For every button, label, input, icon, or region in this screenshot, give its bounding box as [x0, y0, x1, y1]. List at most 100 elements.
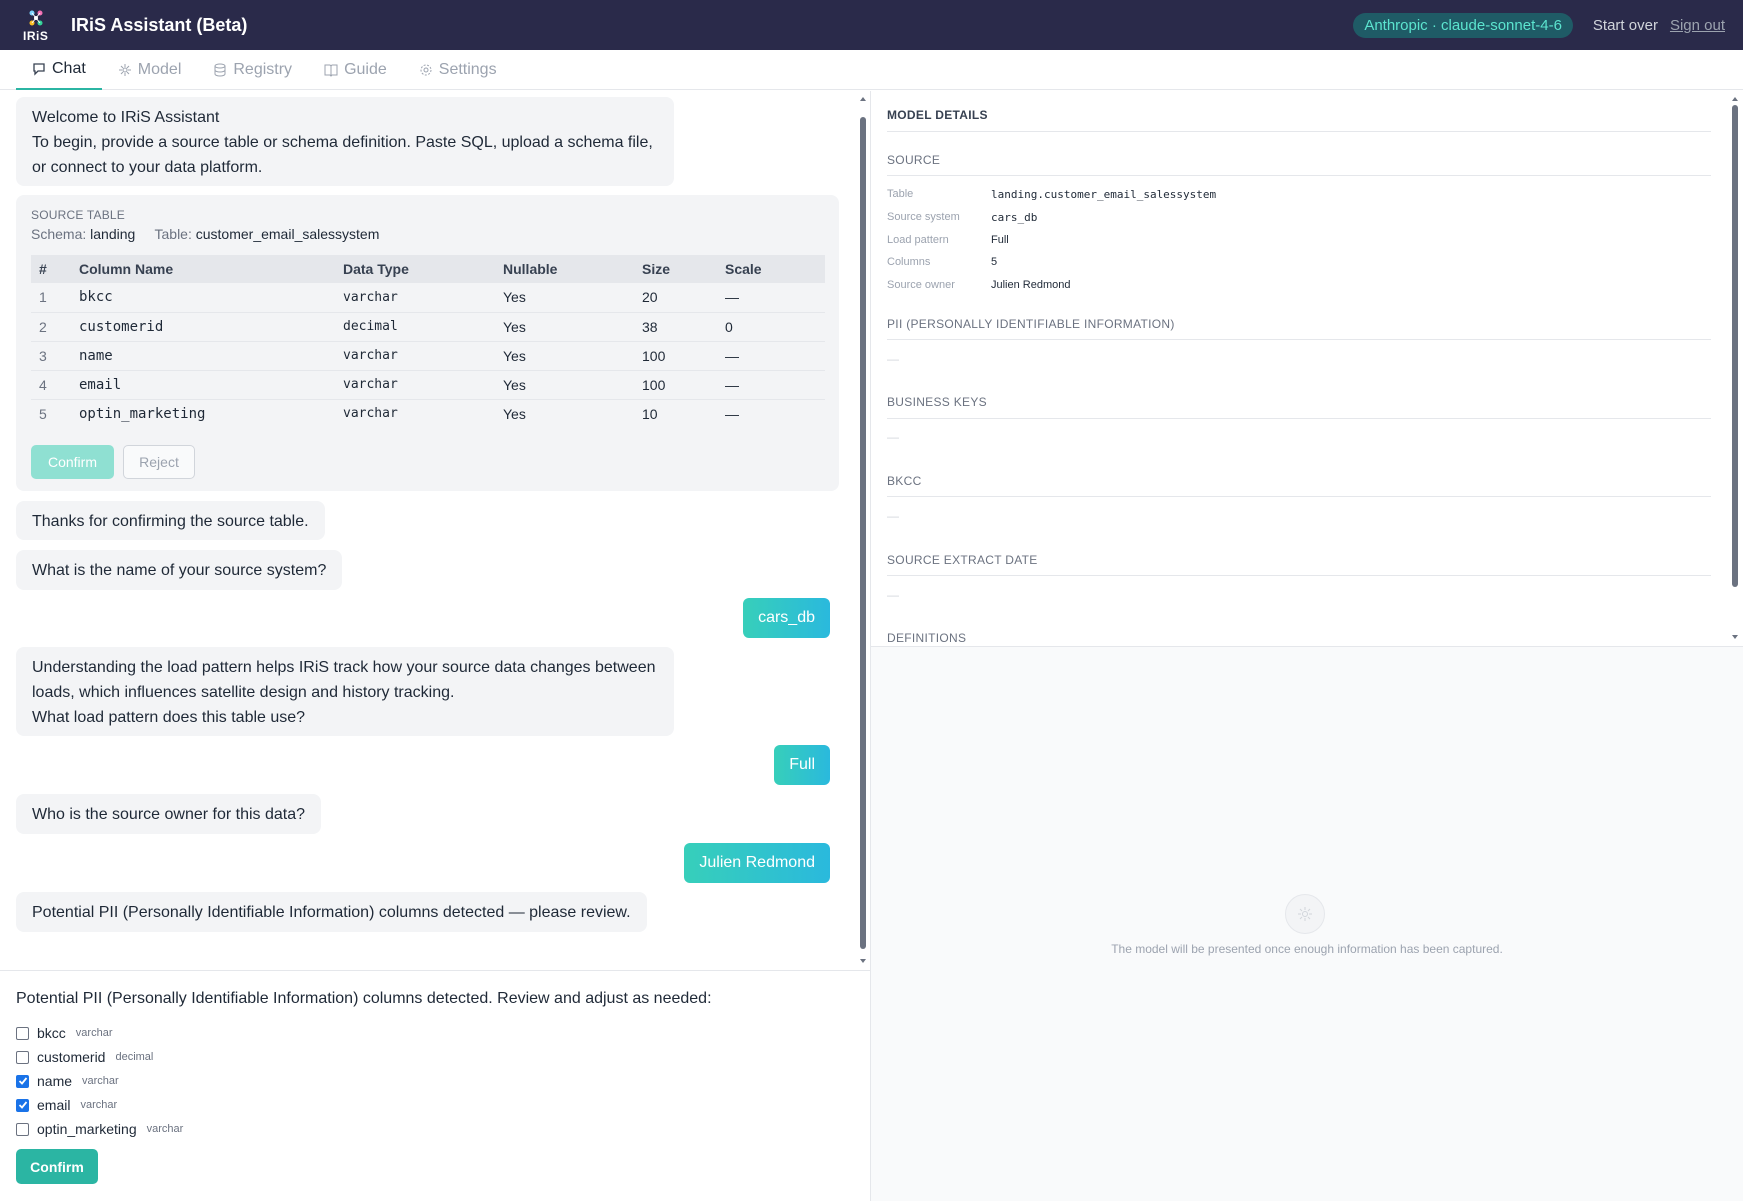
pii-item[interactable]: optin_marketing varchar	[16, 1121, 183, 1137]
pii-item[interactable]: email varchar	[16, 1097, 117, 1113]
empty-value: —	[887, 430, 899, 444]
cell: 2	[31, 312, 79, 342]
welcome-body: To begin, provide a source table or sche…	[32, 134, 653, 176]
tab-bar: Chat Model Registry Guide Settings	[0, 50, 1743, 90]
cell: 5	[39, 405, 47, 422]
cell: Yes	[503, 312, 642, 342]
check-icon	[18, 1101, 27, 1109]
table-row: 4 email varchar Yes 100 —	[31, 370, 825, 400]
source-extract-date-heading: SOURCE EXTRACT DATE	[887, 553, 1038, 567]
table-header-row: # Column Name Data Type Nullable Size Sc…	[31, 255, 825, 283]
cell: 3	[31, 341, 79, 371]
pii-checkbox[interactable]	[16, 1026, 29, 1040]
field-value: landing.customer_email_salessystem	[991, 188, 1217, 201]
chat-panel[interactable]: Welcome to IRiS Assistant To begin, prov…	[0, 91, 860, 969]
assistant-message: What is the name of your source system?	[16, 550, 343, 590]
pii-review-panel: Potential PII (Personally Identifiable I…	[0, 970, 870, 1201]
pii-checkbox-checked[interactable]	[16, 1074, 29, 1088]
model-icon	[118, 64, 131, 76]
pii-checkbox-checked[interactable]	[16, 1098, 29, 1112]
cell: Yes	[503, 283, 642, 313]
tab-guide[interactable]: Guide	[308, 50, 403, 90]
field-key: Columns	[887, 256, 931, 268]
cell: Yes	[503, 370, 642, 400]
field-key: Source system	[887, 211, 960, 223]
table-row: 2 customerid decimal Yes 38 0	[31, 312, 825, 342]
pii-column-name: bkcc	[37, 1025, 66, 1041]
col-header: Data Type	[343, 255, 503, 283]
pii-column-name: optin_marketing	[37, 1121, 137, 1137]
cell: 10	[642, 405, 658, 422]
field-key: Table	[887, 188, 914, 200]
cell: —	[725, 341, 825, 371]
col-header: Size	[642, 255, 725, 283]
divider-line	[887, 339, 1711, 340]
confirm-source-button[interactable]: Confirm	[31, 445, 114, 479]
logo-text: IRiS	[23, 29, 49, 43]
source-table-info: Schema: landing Table: customer_email_sa…	[31, 226, 379, 242]
pii-column-name: name	[37, 1073, 73, 1089]
model-details-panel[interactable]: MODEL DETAILS SOURCE Table landing.custo…	[871, 91, 1743, 646]
book-icon	[324, 64, 338, 77]
cell: bkcc	[79, 283, 343, 313]
tab-registry[interactable]: Registry	[197, 50, 308, 90]
cell: 20	[642, 283, 725, 313]
cell: decimal	[343, 312, 503, 342]
chat-icon	[33, 63, 45, 76]
definitions-heading: DEFINITIONS	[887, 631, 967, 645]
pii-checkbox[interactable]	[16, 1050, 29, 1064]
tab-settings[interactable]: Settings	[403, 50, 513, 90]
cell: —	[725, 405, 739, 422]
cell: 1	[31, 283, 79, 313]
col-header: Scale	[725, 255, 825, 283]
confirm-pii-button[interactable]: Confirm	[16, 1149, 98, 1184]
start-over-button[interactable]: Start over	[1593, 17, 1658, 34]
field-key: Source owner	[887, 279, 955, 291]
user-message: cars_db	[743, 598, 830, 638]
field-value: Julien Redmond	[991, 279, 1071, 291]
col-header: #	[31, 255, 79, 283]
sign-out-link[interactable]: Sign out	[1670, 17, 1725, 34]
field-value: cars_db	[991, 211, 1038, 224]
bkcc-heading: BKCC	[887, 474, 922, 488]
model-placeholder-message: The model will be presented once enough …	[1111, 942, 1503, 956]
cell: varchar	[343, 341, 503, 371]
tab-label: Model	[137, 61, 182, 78]
empty-value: —	[887, 509, 899, 523]
cell: name	[79, 341, 343, 371]
cell: varchar	[343, 283, 503, 313]
database-icon	[214, 63, 226, 77]
cell: email	[79, 370, 343, 400]
pii-column-type: varchar	[82, 1075, 119, 1087]
reject-source-button[interactable]: Reject	[123, 445, 195, 479]
source-table-label: SOURCE TABLE	[31, 208, 125, 222]
tab-model[interactable]: Model	[102, 50, 198, 90]
pii-item[interactable]: name varchar	[16, 1073, 119, 1089]
table-row: 3 name varchar Yes 100 —	[31, 341, 825, 371]
table-key: Table:	[154, 226, 192, 242]
cell: Yes	[503, 405, 526, 422]
assistant-message: Welcome to IRiS Assistant To begin, prov…	[16, 97, 674, 186]
source-heading: SOURCE	[887, 153, 941, 167]
details-scrollbar[interactable]	[1728, 91, 1742, 646]
cell: optin_marketing	[79, 405, 206, 422]
empty-value: —	[887, 588, 899, 602]
cell: 100	[642, 341, 725, 371]
cell: Yes	[503, 341, 642, 371]
cell: —	[725, 283, 825, 313]
table-row: 1 bkcc varchar Yes 20 —	[31, 283, 825, 313]
pii-item[interactable]: bkcc varchar	[16, 1025, 112, 1041]
assistant-message: Potential PII (Personally Identifiable I…	[16, 892, 647, 932]
user-message: Julien Redmond	[684, 843, 830, 883]
pii-checkbox[interactable]	[16, 1122, 29, 1136]
iris-logo: IRiS	[21, 6, 59, 44]
tab-chat[interactable]: Chat	[16, 50, 102, 90]
chat-scrollbar[interactable]	[856, 91, 870, 969]
cell: 100	[642, 370, 725, 400]
col-header: Nullable	[503, 255, 642, 283]
pii-column-type: varchar	[146, 1123, 184, 1135]
app-title: IRiS Assistant (Beta)	[71, 14, 248, 35]
pii-item[interactable]: customerid decimal	[16, 1049, 153, 1065]
business-keys-heading: BUSINESS KEYS	[887, 395, 987, 409]
cell: varchar	[343, 370, 503, 400]
